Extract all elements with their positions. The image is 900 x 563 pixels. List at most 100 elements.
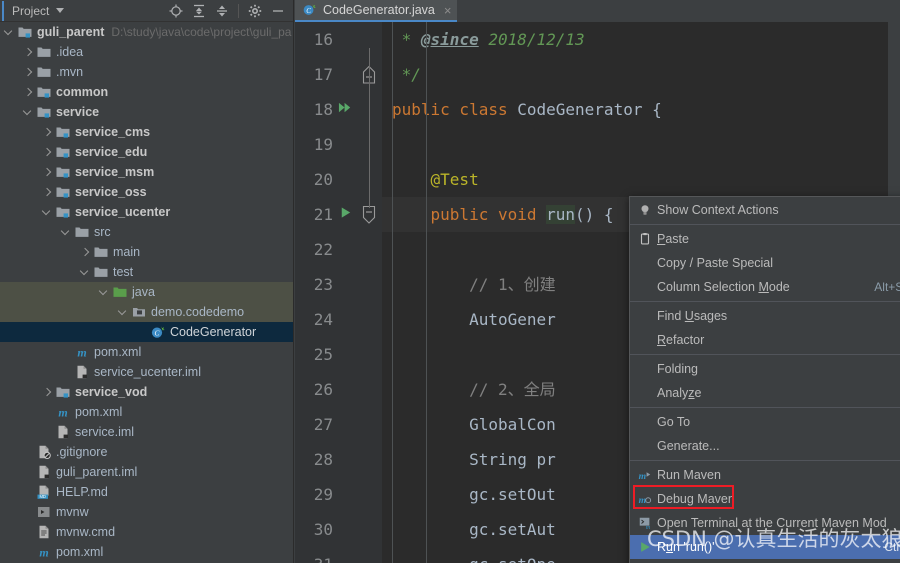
tree-item-label: mvnw	[56, 505, 89, 519]
collapse-all-icon[interactable]	[215, 4, 229, 18]
module-folder-icon	[17, 24, 33, 40]
tree-item-service-ucenter[interactable]: service_ucenter	[0, 202, 293, 222]
tree-item-src[interactable]: src	[0, 222, 293, 242]
code-line[interactable]: public class CodeGenerator {	[382, 92, 900, 127]
line-number: 17	[313, 65, 333, 84]
indent-guide	[426, 22, 427, 563]
menu-item-label: Generate...	[657, 439, 720, 453]
project-tab[interactable]: Project	[2, 0, 68, 21]
menu-item-label: Run Maven	[657, 468, 721, 482]
tree-item-gitignore[interactable]: .gitignore	[0, 442, 293, 462]
tree-item-service-vod[interactable]: service_vod	[0, 382, 293, 402]
tree-item-service-oss[interactable]: service_oss	[0, 182, 293, 202]
menu-item-label: Find Usages	[657, 309, 728, 323]
tree-item-service-msm[interactable]: service_msm	[0, 162, 293, 182]
tree-item-idea[interactable]: .idea	[0, 42, 293, 62]
chevron-down-icon[interactable]	[99, 287, 110, 298]
menu-separator	[630, 460, 900, 461]
module-folder-icon	[55, 144, 71, 160]
tree-item-mvnw[interactable]: mvnw	[0, 502, 293, 522]
chevron-down-icon[interactable]	[61, 227, 72, 238]
run-all-icon[interactable]	[335, 100, 355, 119]
chevron-right-icon[interactable]	[23, 67, 34, 78]
tree-item-service-ucenter-iml[interactable]: service_ucenter.iml	[0, 362, 293, 382]
chevron-right-icon[interactable]	[42, 167, 53, 178]
expand-all-icon[interactable]	[192, 4, 206, 18]
tree-item-pom-xml[interactable]: m pom.xml	[0, 542, 293, 562]
menu-item-go-to[interactable]: Go To	[630, 410, 900, 434]
line-number: 26	[313, 380, 333, 399]
chevron-right-icon[interactable]	[23, 87, 34, 98]
tree-item-mvn[interactable]: .mvn	[0, 62, 293, 82]
code-line[interactable]: * @since 2018/12/13	[382, 22, 900, 57]
chevron-right-icon[interactable]	[80, 247, 91, 258]
tree-item-java[interactable]: java	[0, 282, 293, 302]
chevron-down-icon[interactable]	[56, 8, 65, 13]
tree-item-service-iml[interactable]: service.iml	[0, 422, 293, 442]
tree-item-main[interactable]: main	[0, 242, 293, 262]
tree-item-demo-codedemo[interactable]: demo.codedemo	[0, 302, 293, 322]
code-line[interactable]: @Test	[382, 162, 900, 197]
editor-gutter[interactable]: 161718192021222324252627282930313233	[295, 22, 382, 563]
menu-item-debug-maven[interactable]: m Debug Maven	[630, 487, 900, 511]
menu-item-analyze[interactable]: Analyze	[630, 381, 900, 405]
tree-item-pom-xml[interactable]: m pom.xml	[0, 342, 293, 362]
module-folder-icon	[36, 84, 52, 100]
chevron-down-icon[interactable]	[23, 107, 34, 118]
tree-item-service-cms[interactable]: service_cms	[0, 122, 293, 142]
code-line[interactable]: */	[382, 57, 900, 92]
editor-tab-codegenerator[interactable]: C CodeGenerator.java ×	[295, 0, 458, 22]
menu-item-find-usages[interactable]: Find Usages	[630, 304, 900, 328]
menu-item-run-maven[interactable]: m Run Maven	[630, 463, 900, 487]
menu-item-generate[interactable]: Generate... A	[630, 434, 900, 458]
run-icon[interactable]	[335, 205, 355, 224]
chevron-right-icon[interactable]	[42, 127, 53, 138]
menu-item-column-selection-mode[interactable]: Column Selection Mode Alt+Sh	[630, 275, 900, 299]
chevron-down-icon[interactable]	[80, 267, 91, 278]
tree-item-service[interactable]: service	[0, 102, 293, 122]
menu-item-refactor[interactable]: Refactor	[630, 328, 900, 352]
menu-item-shortcut: Alt+Sh	[874, 280, 900, 294]
chevron-right-icon[interactable]	[42, 387, 53, 398]
tree-item-codegenerator[interactable]: C CodeGenerator	[0, 322, 293, 342]
tree-item-guli-parent-iml[interactable]: guli_parent.iml	[0, 462, 293, 482]
chevron-right-icon[interactable]	[42, 147, 53, 158]
tree-item-pom-xml[interactable]: m pom.xml	[0, 402, 293, 422]
menu-item-copy-paste-special[interactable]: Copy / Paste Special	[630, 251, 900, 275]
line-number: 16	[313, 30, 333, 49]
chevron-down-icon[interactable]	[118, 307, 129, 318]
gear-icon[interactable]	[248, 4, 262, 18]
menu-item-folding[interactable]: Folding	[630, 357, 900, 381]
fold-strip[interactable]	[356, 22, 382, 563]
chevron-right-icon[interactable]	[23, 47, 34, 58]
locate-icon[interactable]	[169, 4, 183, 18]
svg-text:C: C	[155, 329, 160, 338]
chevron-down-icon[interactable]	[4, 27, 15, 38]
menu-item-shortcut: A	[884, 439, 900, 453]
menu-item-show-context-actions[interactable]: Show Context Actions	[630, 198, 900, 222]
java-class-icon: C	[302, 2, 318, 18]
close-icon[interactable]: ×	[444, 3, 452, 18]
chevron-down-icon[interactable]	[42, 207, 53, 218]
menu-item-paste[interactable]: Paste	[630, 227, 900, 251]
project-tree[interactable]: guli_parent D:\study\java\code\project\gu…	[0, 22, 293, 563]
menu-item-debug-run[interactable]: Debug 'run()'	[630, 559, 900, 563]
fold-region-start-icon[interactable]	[361, 205, 377, 224]
tree-item-common[interactable]: common	[0, 82, 293, 102]
module-folder-icon	[55, 384, 71, 400]
chevron-right-icon[interactable]	[42, 187, 53, 198]
tree-item-guli-parent[interactable]: guli_parent D:\study\java\code\project\gu…	[0, 22, 293, 42]
tree-item-service-edu[interactable]: service_edu	[0, 142, 293, 162]
tree-item-help-md[interactable]: MD HELP.md	[0, 482, 293, 502]
tree-item-label: service	[56, 105, 100, 119]
editor-context-menu[interactable]: Show Context Actions Paste Copy / Paste Sp…	[629, 196, 900, 563]
menu-separator	[630, 354, 900, 355]
tree-item-test[interactable]: test	[0, 262, 293, 282]
line-number: 19	[313, 135, 333, 154]
minimize-icon[interactable]	[271, 4, 285, 18]
tree-item-label: demo.codedemo	[151, 305, 245, 319]
code-line[interactable]	[382, 127, 900, 162]
tree-item-mvnw-cmd[interactable]: mvnw.cmd	[0, 522, 293, 542]
